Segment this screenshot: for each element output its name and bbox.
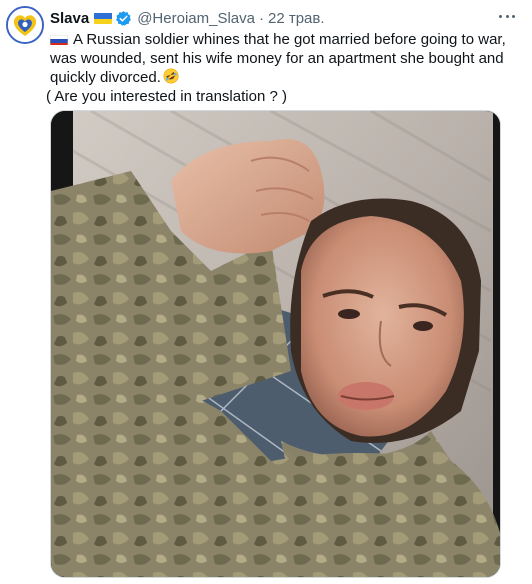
tweet-text-question: ( Are you interested in translation ? ) [46,88,287,105]
user-handle[interactable]: @Heroiam_Slava [137,10,255,27]
ukraine-flag-icon [94,12,113,24]
timestamp[interactable]: 22 трав. [268,10,325,27]
heart-logo-icon [8,8,42,42]
tweet-header: Slava @Heroiam_Slava · 22 трав. [50,8,520,28]
display-name[interactable]: Slava [50,10,89,27]
separator-dot: · [258,9,264,27]
more-options-icon[interactable] [496,6,518,26]
video-frame-image [51,111,500,577]
video-thumbnail[interactable] [50,110,501,578]
tweet[interactable]: Slava @Heroiam_Slava · 22 трав. A Russia… [0,0,532,584]
verified-badge-icon [115,10,132,27]
rolling-on-floor-laughing-emoji [163,68,179,84]
tweet-text: A Russian soldier whines that he got mar… [46,30,518,106]
russia-flag-icon [50,33,68,45]
avatar[interactable] [6,6,44,44]
tweet-text-main: A Russian soldier whines that he got mar… [50,31,506,86]
